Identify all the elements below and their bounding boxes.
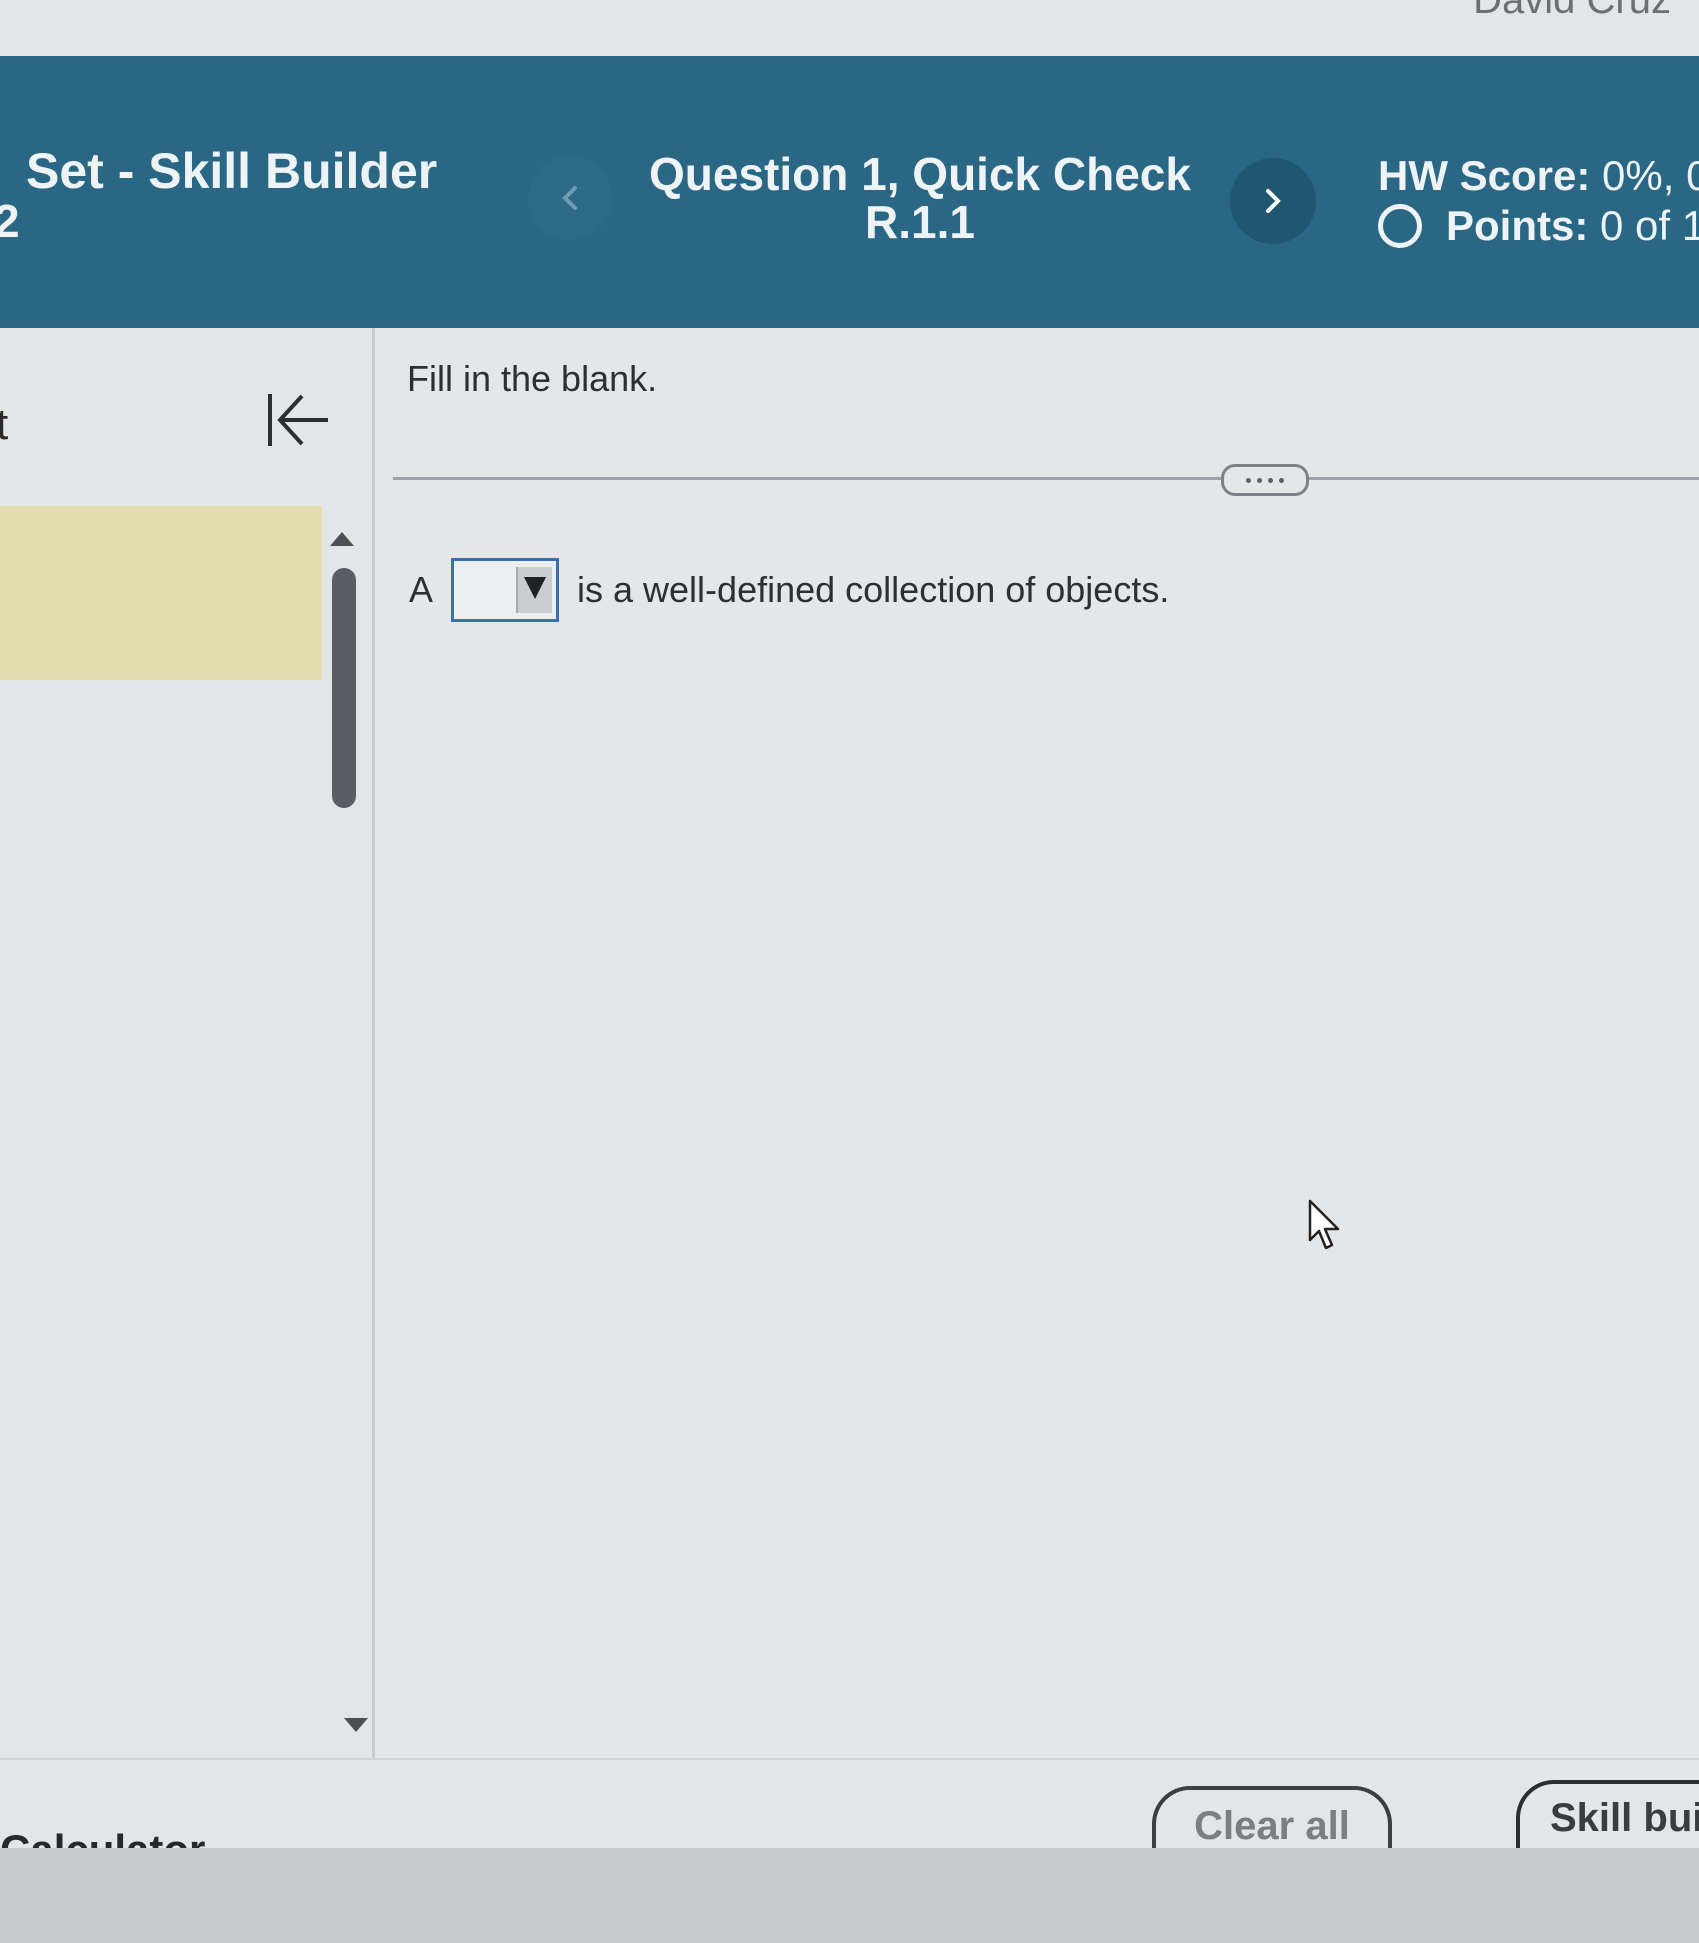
panel-heading-stub: t xyxy=(0,400,9,449)
caret-down-icon xyxy=(524,577,547,599)
question-instruction: Fill in the blank. xyxy=(407,358,658,399)
question-area: Fill in the blank. A is a well-defined c… xyxy=(375,328,1699,1758)
points: Points: 0 of 1 xyxy=(1378,202,1699,250)
collapse-left-icon[interactable] xyxy=(262,384,334,456)
sentence-prefix: A xyxy=(409,569,434,610)
question-divider xyxy=(393,477,1699,480)
top-strip: David Cruz xyxy=(0,0,1699,56)
assignment-number: 2 xyxy=(0,195,20,247)
user-name[interactable]: David Cruz xyxy=(1473,0,1671,23)
previous-question-button[interactable] xyxy=(528,156,612,240)
chevron-right-icon xyxy=(1266,189,1281,213)
more-dot-icon xyxy=(1268,477,1273,483)
assignment-header: Set - Skill Builder 2 Question 1, Quick … xyxy=(0,56,1699,328)
points-status-icon xyxy=(1378,204,1422,248)
hw-score-label: HW Score: xyxy=(1378,152,1591,199)
dropdown-toggle[interactable] xyxy=(516,567,553,613)
scroll-down-arrow-icon[interactable] xyxy=(344,1718,368,1732)
more-dot-icon xyxy=(1257,477,1262,483)
question-title-line1: Question 1, Quick Check xyxy=(649,148,1191,200)
hw-score-value: 0%, 0 o xyxy=(1602,152,1699,199)
points-value: 0 of 1 xyxy=(1600,202,1699,249)
assignment-title: Set - Skill Builder xyxy=(26,143,438,199)
question-title: Question 1, Quick Check R.1.1 xyxy=(640,150,1200,246)
next-question-button[interactable] xyxy=(1230,158,1316,244)
scroll-up-arrow-icon[interactable] xyxy=(330,532,354,546)
bottom-bar: Calculator Clear all Skill bui xyxy=(0,1758,1699,1873)
scrollbar-thumb[interactable] xyxy=(332,568,356,808)
more-dot-icon xyxy=(1246,477,1251,483)
mouse-cursor-icon xyxy=(1308,1199,1340,1250)
page: David Cruz Set - Skill Builder 2 Questio… xyxy=(0,0,1699,1943)
question-sentence: A is a well-defined collection of object… xyxy=(409,558,1169,622)
screen-bezel xyxy=(0,1848,1699,1943)
hw-score: HW Score: 0%, 0 o xyxy=(1378,152,1699,200)
points-label: Points: xyxy=(1446,202,1589,249)
more-options-handle[interactable] xyxy=(1221,464,1309,496)
question-list-panel: t xyxy=(0,328,375,1758)
sentence-suffix: is a well-defined collection of objects. xyxy=(577,569,1170,610)
question-title-line2: R.1.1 xyxy=(865,196,975,248)
answer-dropdown[interactable] xyxy=(451,558,560,622)
chevron-left-icon xyxy=(562,186,577,210)
skill-builder-button[interactable]: Skill bui xyxy=(1516,1780,1699,1854)
more-dot-icon xyxy=(1279,477,1284,483)
question-list-item-current[interactable] xyxy=(0,506,322,680)
